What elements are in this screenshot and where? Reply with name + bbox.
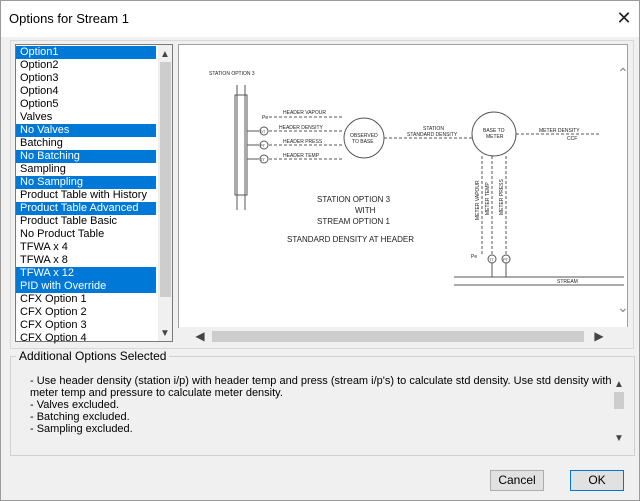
ok-button[interactable]: OK	[570, 470, 624, 491]
list-item[interactable]: No Valves	[16, 124, 156, 137]
list-item[interactable]: PID with Override	[16, 280, 156, 293]
base-meter-label-2: METER	[486, 134, 504, 140]
stream-diagram: STATION OPTION 3 Pe HEADER VAPOUR HEADER…	[178, 44, 630, 328]
center-title-3: STREAM OPTION 1	[317, 217, 390, 226]
tt-label: TT	[260, 157, 265, 162]
list-scrollbar-thumb[interactable]	[160, 62, 171, 297]
list-item[interactable]: Option2	[16, 59, 156, 72]
diagram-scroll-down-icon[interactable]: ⌄	[616, 299, 630, 316]
list-item[interactable]: Valves	[16, 111, 156, 124]
list-item[interactable]: CFX Option 3	[16, 319, 156, 332]
header-temp-label: HEADER TEMP	[283, 153, 320, 159]
additional-line: - Batching excluded.	[30, 411, 130, 423]
list-item[interactable]: Sampling	[16, 163, 156, 176]
header-press-label: HEADER PRESS	[283, 139, 323, 145]
list-item[interactable]: Option5	[16, 98, 156, 111]
list-item[interactable]: No Product Table	[16, 228, 156, 241]
header-density-label: HEADER DENSITY	[279, 125, 324, 131]
meter-temp-label: METER TEMP	[485, 182, 491, 215]
center-title-4: STANDARD DENSITY AT HEADER	[287, 235, 414, 244]
station-std-label-2: STANDARD DENSITY	[407, 132, 458, 138]
list-item[interactable]: CFX Option 1	[16, 293, 156, 306]
list-item[interactable]: Product Table Advanced	[16, 202, 156, 215]
additional-line: - Sampling excluded.	[30, 423, 133, 435]
cancel-button[interactable]: Cancel	[490, 470, 544, 491]
list-item[interactable]: Option3	[16, 72, 156, 85]
pt2-label: PT	[503, 257, 509, 262]
center-title-2: WITH	[355, 206, 376, 215]
diagram-scroll-up-icon[interactable]: ⌃	[616, 65, 630, 82]
list-item[interactable]: No Sampling	[16, 176, 156, 189]
list-item[interactable]: CFX Option 4	[16, 332, 156, 345]
diagram-hscrollbar-thumb[interactable]	[212, 331, 584, 342]
list-item[interactable]: Product Table with History	[16, 189, 156, 202]
scroll-up-icon[interactable]: ▲	[158, 49, 172, 60]
list-item[interactable]: Option4	[16, 85, 156, 98]
center-title-1: STATION OPTION 3	[317, 195, 391, 204]
diagram-drawing: STATION OPTION 3 Pe HEADER VAPOUR HEADER…	[209, 71, 624, 286]
list-item[interactable]: CFX Option 2	[16, 306, 156, 319]
list-item[interactable]: Option1	[16, 46, 156, 59]
meter-press-label: METER PRESS	[499, 178, 505, 215]
list-item[interactable]: Product Table Basic	[16, 215, 156, 228]
pt-label: PT	[260, 143, 266, 148]
additional-options-label: Additional Options Selected	[16, 349, 170, 363]
observed-label-2: TO BASE	[352, 139, 374, 145]
text-scrollbar-thumb[interactable]	[614, 392, 624, 409]
meter-density-label: METER DENSITY	[539, 128, 580, 134]
text-scroll-down-icon[interactable]: ▼	[612, 433, 626, 444]
title-bar: Options for Stream 1 ✕	[1, 1, 639, 37]
list-item[interactable]: No Batching	[16, 150, 156, 163]
pe-label-2: Pe	[471, 254, 477, 260]
list-item[interactable]: TFWA x 12	[16, 267, 156, 280]
header-vapour-label: HEADER VAPOUR	[283, 110, 326, 116]
ccf-label: CCF	[567, 136, 577, 142]
window-title: Options for Stream 1	[9, 11, 129, 26]
tt2-label: TT	[489, 257, 494, 262]
list-item[interactable]: TFWA x 4	[16, 241, 156, 254]
stream-label: STREAM	[557, 279, 578, 285]
close-icon[interactable]: ✕	[613, 7, 635, 29]
text-scroll-up-icon[interactable]: ▲	[612, 379, 626, 390]
dt-label: DT	[260, 129, 266, 134]
list-item[interactable]: TFWA x 8	[16, 254, 156, 267]
additional-line: - Use header density (station i/p) with …	[30, 375, 612, 387]
scroll-down-icon[interactable]: ▼	[158, 328, 172, 339]
scroll-right-icon[interactable]: ▶	[592, 329, 606, 343]
scroll-left-icon[interactable]: ◀	[193, 329, 207, 343]
station-option-label: STATION OPTION 3	[209, 71, 255, 77]
meter-vapour-label: METER VAPOUR	[475, 180, 481, 220]
list-item[interactable]: Batching	[16, 137, 156, 150]
additional-line: meter temp and pressure to calculate met…	[30, 387, 283, 399]
pe-label: Pe	[262, 115, 268, 121]
additional-line: - Valves excluded.	[30, 399, 120, 411]
additional-options-text[interactable]: - Use header density (station i/p) with …	[30, 375, 626, 451]
